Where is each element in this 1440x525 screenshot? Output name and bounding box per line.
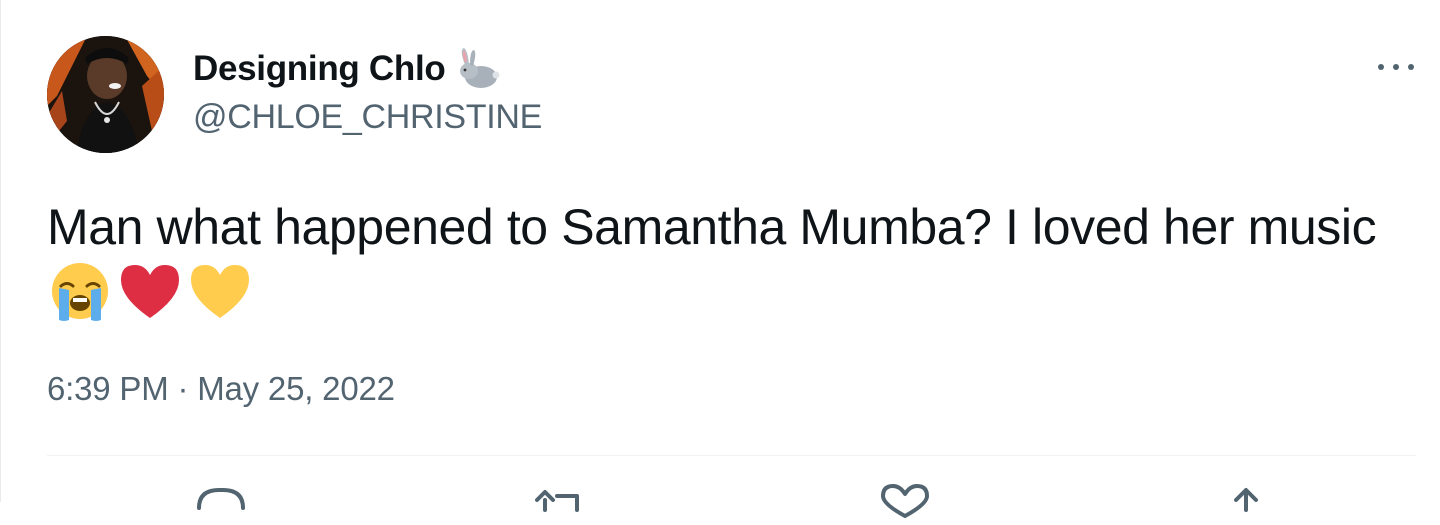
dot	[1393, 64, 1399, 70]
red-heart-icon	[117, 260, 183, 322]
share-icon[interactable]	[1216, 480, 1276, 520]
avatar[interactable]	[47, 36, 164, 153]
rabbit-icon	[455, 47, 501, 91]
author-handle[interactable]: @CHLOE_CHRISTINE	[193, 98, 542, 137]
author-name-row: Designing Chlo	[193, 46, 501, 92]
dot	[1408, 64, 1414, 70]
divider	[47, 455, 1416, 456]
tweet-card: Designing Chlo @CHLOE_CHRISTINE Man what…	[0, 0, 1440, 518]
loudly-crying-face-icon	[47, 260, 113, 322]
tweet-action-bar	[1, 480, 1440, 520]
retweet-icon[interactable]	[531, 480, 591, 520]
tweet-timestamp[interactable]: 6:39 PM · May 25, 2022	[47, 370, 395, 408]
like-icon[interactable]	[875, 480, 935, 520]
reply-icon[interactable]	[191, 480, 251, 520]
dot	[1378, 64, 1384, 70]
more-options-icon[interactable]	[1378, 52, 1414, 82]
yellow-heart-icon	[187, 260, 253, 322]
tweet-text: Man what happened to Samantha Mumba? I l…	[47, 194, 1417, 326]
author-display-name[interactable]: Designing Chlo	[193, 49, 446, 89]
tweet-text-body: Man what happened to Samantha Mumba? I l…	[47, 199, 1377, 255]
